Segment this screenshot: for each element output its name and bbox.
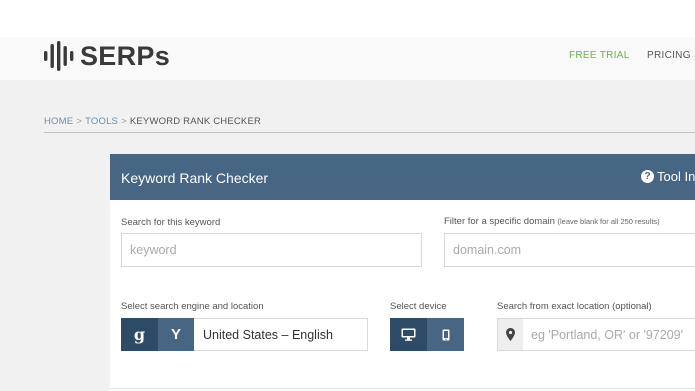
breadcrumb-current: KEYWORD RANK CHECKER xyxy=(129,116,262,127)
yahoo-icon: Y xyxy=(170,326,181,343)
domain-filter-label-text: Filter for a specific domain xyxy=(444,216,555,227)
mobile-icon xyxy=(442,329,449,340)
keyword-label: Search for this keyword xyxy=(121,217,221,228)
map-marker-icon xyxy=(506,328,515,341)
nav-free-trial[interactable]: FREE TRIAL xyxy=(569,50,630,61)
breadcrumb-separator: > xyxy=(121,116,127,127)
logo-text: SERPs xyxy=(80,40,171,71)
location-pin-addon xyxy=(497,318,524,351)
google-icon: g xyxy=(133,325,146,344)
card-bottom-divider xyxy=(110,388,695,389)
tool-info-link[interactable]: ? Tool Ins xyxy=(641,169,695,184)
logo-bars-icon xyxy=(44,41,74,71)
question-circle-icon: ? xyxy=(641,170,654,183)
rank-checker-card: Keyword Rank Checker ? Tool Ins Search f… xyxy=(110,154,695,391)
desktop-device-button[interactable] xyxy=(390,318,427,351)
location-value: United States – English xyxy=(203,327,333,342)
card-title: Keyword Rank Checker xyxy=(121,170,269,186)
nav-pricing[interactable]: PRICING xyxy=(647,50,691,61)
breadcrumb-divider xyxy=(44,132,695,133)
tool-info-label: Tool Ins xyxy=(657,169,695,184)
domain-filter-label: Filter for a specific domain (leave blan… xyxy=(444,216,660,227)
location-select[interactable]: United States – English xyxy=(194,318,368,351)
yahoo-engine-button[interactable]: Y xyxy=(158,318,194,351)
card-header: Keyword Rank Checker ? Tool Ins xyxy=(110,154,695,200)
desktop-icon xyxy=(401,328,416,341)
engine-label: Select search engine and location xyxy=(121,301,264,312)
breadcrumb-separator: > xyxy=(76,116,83,127)
domain-filter-note: (leave blank for all 250 results) xyxy=(557,217,660,226)
device-label: Select device xyxy=(390,301,447,312)
logo[interactable]: SERPs xyxy=(44,41,170,71)
top-strip xyxy=(0,0,695,37)
keyword-input[interactable] xyxy=(121,233,422,267)
exact-location-label: Search from exact location (optional) xyxy=(497,301,652,312)
breadcrumb-tools[interactable]: TOOLS xyxy=(85,116,118,127)
mobile-device-button[interactable] xyxy=(427,318,464,351)
breadcrumb-home[interactable]: HOME xyxy=(44,116,73,127)
domain-input[interactable] xyxy=(444,233,695,267)
breadcrumb: HOME > TOOLS > KEYWORD RANK CHECKER xyxy=(44,116,261,127)
google-engine-button[interactable]: g xyxy=(121,318,158,351)
exact-location-input[interactable] xyxy=(523,318,695,351)
